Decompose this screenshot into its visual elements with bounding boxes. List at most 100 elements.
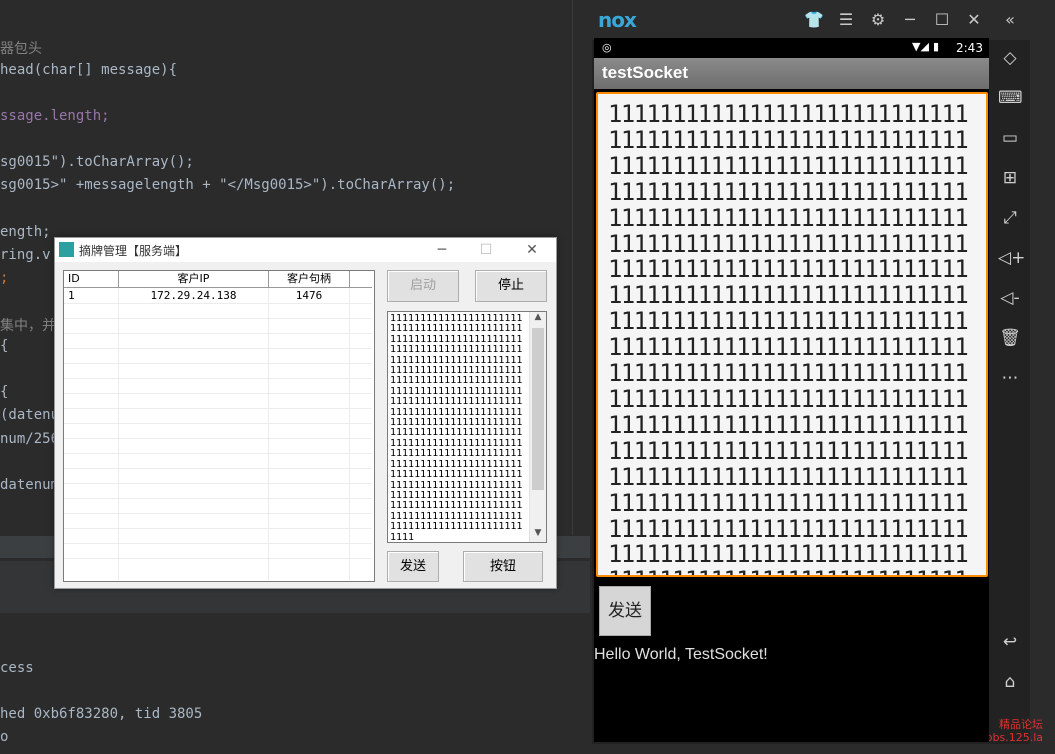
grid-line bbox=[64, 363, 372, 364]
code-line: ; bbox=[0, 270, 9, 286]
fullscreen-icon[interactable]: ⤢ bbox=[998, 206, 1022, 230]
status-time: 2:43 bbox=[956, 41, 983, 55]
close-icon[interactable]: ✕ bbox=[517, 240, 547, 260]
sync-icon: ◎ bbox=[602, 41, 612, 54]
grid-line bbox=[64, 348, 372, 349]
scroll-down-icon[interactable]: ▼ bbox=[530, 528, 546, 542]
volume-up-icon[interactable]: ◁+ bbox=[998, 246, 1025, 270]
app-title: testSocket bbox=[602, 63, 688, 82]
grid-line bbox=[64, 513, 372, 514]
stop-button[interactable]: 停止 bbox=[475, 270, 547, 302]
column-header-ip[interactable]: 客户IP bbox=[119, 271, 269, 288]
message-edittext[interactable]: 1111111111111111111111111111111111111111… bbox=[596, 92, 988, 577]
dialog-titlebar[interactable]: 摘牌管理【服务端】 ─ ☐ ✕ bbox=[55, 238, 556, 262]
app-icon bbox=[59, 242, 74, 257]
code-comment: 集中，并 bbox=[0, 318, 56, 334]
home-icon[interactable]: ⌂ bbox=[998, 670, 1022, 694]
grid-line bbox=[64, 558, 372, 559]
textbox-scrollbar[interactable]: ▲ ▼ bbox=[529, 312, 546, 542]
grid-line bbox=[64, 333, 372, 334]
code-line: ength; bbox=[0, 224, 51, 240]
code-line: ssage.length; bbox=[0, 108, 110, 124]
close-icon[interactable]: ✕ bbox=[964, 10, 984, 30]
battery-icon: ▮ bbox=[933, 40, 940, 53]
editor-gutter-line bbox=[572, 0, 573, 535]
collapse-icon[interactable]: « bbox=[1000, 10, 1020, 30]
grid-line bbox=[64, 303, 372, 304]
maximize-icon[interactable]: ☐ bbox=[471, 240, 501, 260]
gear-icon[interactable]: ⚙ bbox=[868, 10, 888, 30]
cell-ip: 172.29.24.138 bbox=[150, 289, 237, 302]
grid-line bbox=[64, 378, 372, 379]
grid-line bbox=[268, 288, 269, 580]
grid-line bbox=[64, 528, 372, 529]
code-comment: 器包头 bbox=[0, 41, 42, 57]
grid-line bbox=[349, 288, 350, 580]
grid-line bbox=[64, 483, 372, 484]
message-text: 1111111111111111111111111111111111111111… bbox=[390, 313, 523, 543]
dialog-title: 摘牌管理【服务端】 bbox=[79, 244, 188, 258]
grid-line bbox=[64, 498, 372, 499]
scrollbar-thumb[interactable] bbox=[532, 328, 544, 490]
grid-line bbox=[64, 453, 372, 454]
log-line: hed 0xb6f83280, tid 3805 bbox=[0, 706, 203, 722]
code-line: sg0015").toCharArray(); bbox=[0, 154, 194, 170]
minimize-icon[interactable]: ─ bbox=[427, 240, 457, 260]
code-line: sg0015>" +messagelength + "</Msg0015>").… bbox=[0, 177, 456, 193]
cell-handle: 1476 bbox=[295, 289, 323, 302]
log-line: cess bbox=[0, 660, 34, 676]
watermark-title: 精品论坛 bbox=[999, 718, 1043, 731]
grid-line bbox=[64, 408, 372, 409]
column-header-handle[interactable]: 客户句柄 bbox=[269, 271, 350, 288]
back-icon[interactable]: ↩ bbox=[998, 630, 1022, 654]
watermark-url: bbs.125.la bbox=[985, 731, 1043, 744]
grid-line bbox=[64, 393, 372, 394]
screen-icon[interactable]: ▭ bbox=[998, 126, 1022, 150]
menu-icon[interactable]: ☰ bbox=[836, 10, 856, 30]
client-list[interactable]: ID 客户IP 客户句柄 1 172.29.24.138 1476 bbox=[63, 270, 375, 582]
minimize-icon[interactable]: ─ bbox=[900, 10, 920, 30]
grid-line bbox=[64, 318, 372, 319]
code-line: { bbox=[0, 338, 9, 354]
grid-line bbox=[64, 543, 372, 544]
code-line: num/256 bbox=[0, 431, 60, 447]
logcat-panel: cess hed 0xb6f83280, tid 3805 o bbox=[0, 614, 590, 754]
grid-line bbox=[64, 438, 372, 439]
generic-button[interactable]: 按钮 bbox=[463, 551, 543, 582]
apk-install-icon[interactable]: ⊞ bbox=[998, 166, 1022, 190]
grid-line bbox=[64, 468, 372, 469]
android-screen: ◎ ▼◢ ▮ 2:43 testSocket 11111111111111111… bbox=[594, 38, 989, 742]
rotate-icon[interactable]: ◇ bbox=[998, 46, 1022, 70]
log-line: o bbox=[0, 729, 9, 745]
nox-logo: nox bbox=[598, 8, 637, 32]
status-bar: ◎ ▼◢ ▮ 2:43 bbox=[594, 38, 989, 58]
scroll-up-icon[interactable]: ▲ bbox=[530, 312, 546, 326]
signal-icon: ▼◢ bbox=[912, 40, 929, 53]
app-bar: testSocket bbox=[594, 58, 989, 89]
code-line: ring.v bbox=[0, 247, 51, 263]
keyboard-icon[interactable]: ⌨ bbox=[998, 86, 1023, 110]
grid-line bbox=[118, 288, 119, 580]
forum-watermark: 精品论坛 bbs.125.la bbox=[986, 718, 1043, 744]
shirt-icon[interactable]: 👕 bbox=[804, 10, 824, 30]
grid-line bbox=[64, 423, 372, 424]
message-textbox[interactable]: 1111111111111111111111111111111111111111… bbox=[387, 311, 547, 543]
volume-down-icon[interactable]: ◁- bbox=[998, 286, 1022, 310]
hello-text: Hello World, TestSocket! bbox=[594, 646, 768, 663]
column-header-empty bbox=[350, 271, 372, 288]
emulator-toolbar: nox 👕 ☰ ⚙ ─ ☐ ✕ « bbox=[590, 0, 1055, 40]
start-button[interactable]: 启动 bbox=[387, 270, 459, 302]
more-icon[interactable]: ⋯ bbox=[998, 366, 1022, 390]
trash-icon[interactable]: 🗑 bbox=[998, 326, 1022, 350]
code-line: (datenu bbox=[0, 407, 60, 423]
cell-id: 1 bbox=[68, 289, 75, 302]
send-button[interactable]: 发送 bbox=[387, 551, 439, 582]
code-line: { bbox=[0, 384, 9, 400]
send-button[interactable]: 发送 bbox=[599, 586, 651, 636]
edittext-content: 1111111111111111111111111111111111111111… bbox=[608, 100, 969, 575]
code-line: datenum bbox=[0, 477, 60, 493]
code-line: head(char[] message){ bbox=[0, 62, 178, 78]
column-header-id[interactable]: ID bbox=[64, 271, 119, 288]
maximize-icon[interactable]: ☐ bbox=[932, 10, 952, 30]
server-dialog: 摘牌管理【服务端】 ─ ☐ ✕ ID 客户IP 客户句柄 1 172.29.24… bbox=[54, 237, 557, 589]
